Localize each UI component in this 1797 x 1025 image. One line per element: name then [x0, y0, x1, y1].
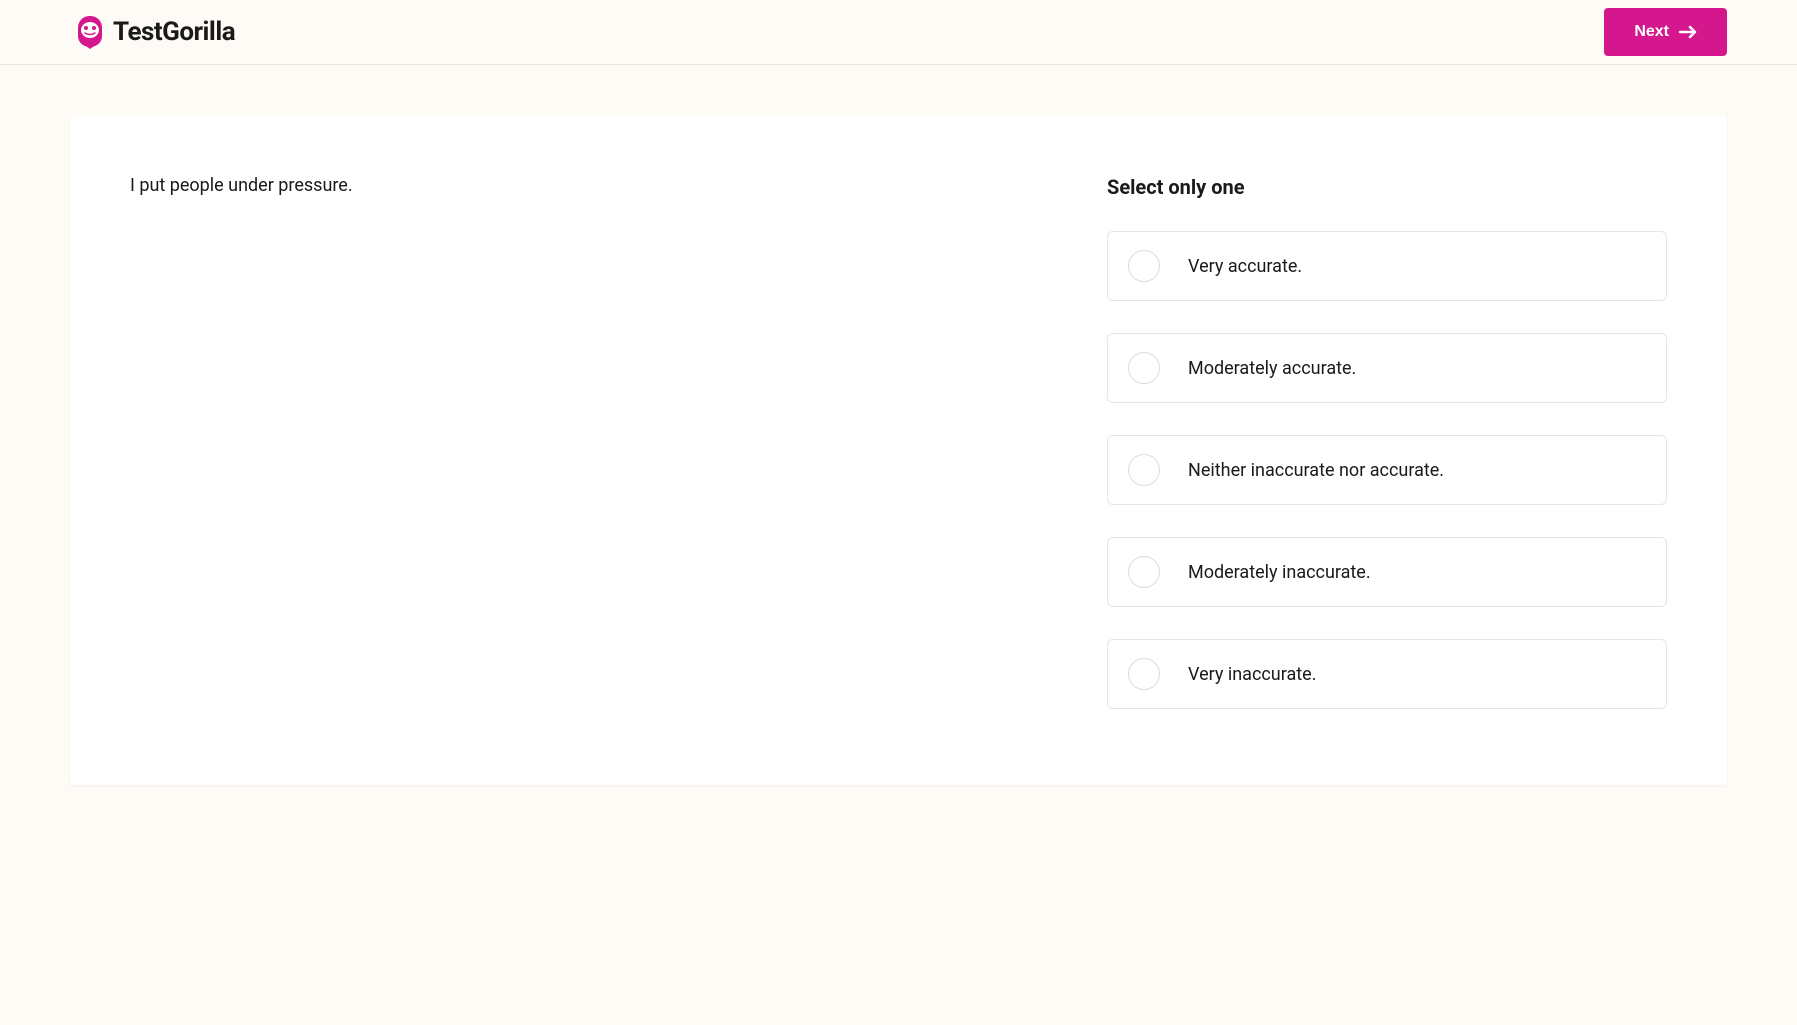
next-button[interactable]: Next: [1604, 8, 1727, 56]
question-section: I put people under pressure.: [130, 175, 1027, 725]
radio-icon: [1128, 352, 1160, 384]
next-button-label: Next: [1634, 23, 1669, 41]
instruction-text: Select only one: [1107, 175, 1667, 199]
option-moderately-accurate[interactable]: Moderately accurate.: [1107, 333, 1667, 403]
logo: TestGorilla: [75, 14, 235, 50]
question-card: I put people under pressure. Select only…: [70, 115, 1727, 785]
page-header: TestGorilla Next: [0, 0, 1797, 65]
option-label: Neither inaccurate nor accurate.: [1188, 460, 1444, 481]
answer-section: Select only one Very accurate. Moderatel…: [1107, 175, 1667, 725]
option-very-inaccurate[interactable]: Very inaccurate.: [1107, 639, 1667, 709]
gorilla-icon: [75, 14, 105, 50]
option-label: Very inaccurate.: [1188, 664, 1316, 685]
radio-icon: [1128, 250, 1160, 282]
option-very-accurate[interactable]: Very accurate.: [1107, 231, 1667, 301]
option-neither[interactable]: Neither inaccurate nor accurate.: [1107, 435, 1667, 505]
option-moderately-inaccurate[interactable]: Moderately inaccurate.: [1107, 537, 1667, 607]
radio-icon: [1128, 658, 1160, 690]
main-content: I put people under pressure. Select only…: [0, 65, 1797, 835]
options-list: Very accurate. Moderately accurate. Neit…: [1107, 231, 1667, 709]
radio-icon: [1128, 556, 1160, 588]
option-label: Very accurate.: [1188, 256, 1302, 277]
radio-icon: [1128, 454, 1160, 486]
option-label: Moderately inaccurate.: [1188, 562, 1371, 583]
question-text: I put people under pressure.: [130, 175, 1027, 196]
option-label: Moderately accurate.: [1188, 358, 1356, 379]
logo-text: TestGorilla: [113, 17, 235, 47]
arrow-right-icon: [1679, 25, 1697, 39]
